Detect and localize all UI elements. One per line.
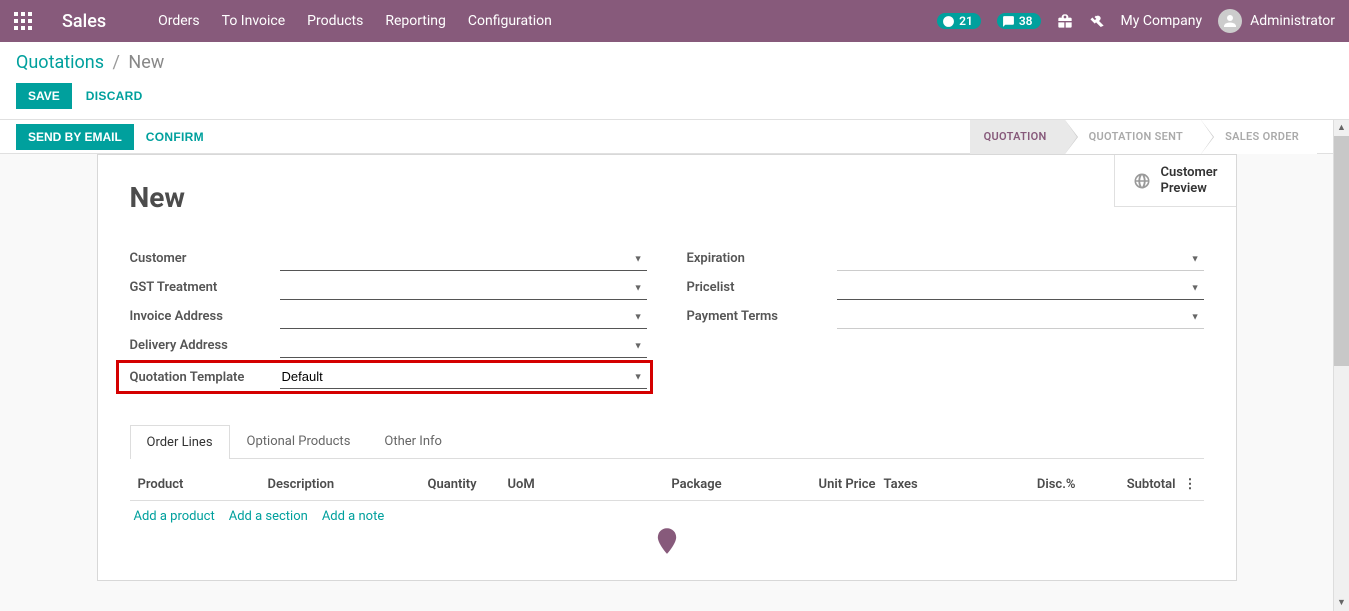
avatar[interactable] <box>1218 9 1242 33</box>
package-marker <box>130 528 1204 560</box>
sheet-body: New Customer ▼ GST Treatment ▼ Invoice A… <box>98 155 1236 580</box>
form-sheet: CustomerPreview New Customer ▼ GST Treat… <box>97 154 1237 581</box>
record-title: New <box>130 181 1204 214</box>
clock-icon <box>942 15 955 28</box>
row-customer: Customer ▼ <box>130 244 647 273</box>
user-name[interactable]: Administrator <box>1250 13 1335 29</box>
add-product-link[interactable]: Add a product <box>134 509 215 524</box>
label-quotation-template: Quotation Template <box>130 370 280 385</box>
customer-field[interactable] <box>280 247 647 271</box>
col-unit-price: Unit Price <box>790 477 880 492</box>
label-customer: Customer <box>130 251 280 266</box>
status-steps: QUOTATION QUOTATION SENT SALES ORDER <box>970 120 1317 154</box>
row-payment-terms: Payment Terms ▼ <box>687 302 1204 331</box>
invoice-address-field[interactable] <box>280 305 647 329</box>
label-expiration: Expiration <box>687 251 837 266</box>
form-tabs: Order Lines Optional Products Other Info <box>130 424 1204 459</box>
company-name[interactable]: My Company <box>1121 13 1203 29</box>
row-quotation-template: Quotation Template ▼ <box>116 360 653 394</box>
scroll-thumb[interactable] <box>1334 136 1349 366</box>
topbar-left: Sales Orders To Invoice Products Reporti… <box>14 11 552 32</box>
activity-count: 21 <box>959 14 973 28</box>
confirm-button[interactable]: CONFIRM <box>146 124 204 150</box>
nav-reporting[interactable]: Reporting <box>385 13 446 29</box>
col-quantity: Quantity <box>424 477 504 492</box>
form-sheet-wrap: CustomerPreview New Customer ▼ GST Treat… <box>0 154 1333 611</box>
customer-preview-label: CustomerPreview <box>1161 165 1218 196</box>
col-package: Package <box>604 477 790 492</box>
customer-preview-button[interactable]: CustomerPreview <box>1114 155 1236 207</box>
col-product: Product <box>134 477 264 492</box>
scroll-down-icon[interactable]: ▼ <box>1334 595 1349 611</box>
nav-orders[interactable]: Orders <box>158 13 200 29</box>
pricelist-field[interactable] <box>837 276 1204 300</box>
right-column: Expiration ▼ Pricelist ▼ Payment Terms ▼ <box>687 244 1204 394</box>
control-panel: Quotations / New SAVE DISCARD <box>0 42 1349 120</box>
form-columns: Customer ▼ GST Treatment ▼ Invoice Addre… <box>130 244 1204 394</box>
statusbar: SEND BY EMAIL CONFIRM QUOTATION QUOTATIO… <box>0 120 1333 154</box>
col-subtotal: Subtotal <box>1080 477 1180 492</box>
globe-icon <box>1133 172 1151 190</box>
table-header: Product Description Quantity UoM Package… <box>130 469 1204 501</box>
scrollbar[interactable]: ▲ ▼ <box>1333 120 1349 611</box>
add-note-link[interactable]: Add a note <box>322 509 384 524</box>
row-expiration: Expiration ▼ <box>687 244 1204 273</box>
status-quotation-sent[interactable]: QUOTATION SENT <box>1065 120 1202 154</box>
app-brand[interactable]: Sales <box>62 11 106 32</box>
payment-terms-field[interactable] <box>837 305 1204 329</box>
nav-products[interactable]: Products <box>307 13 363 29</box>
pin-icon <box>656 528 678 556</box>
status-quotation[interactable]: QUOTATION <box>970 120 1065 154</box>
cp-buttons: SAVE DISCARD <box>16 83 1333 109</box>
breadcrumb-current: New <box>128 52 164 73</box>
breadcrumb: Quotations / New <box>16 52 1333 73</box>
tab-optional-products[interactable]: Optional Products <box>230 424 368 458</box>
row-gst: GST Treatment ▼ <box>130 273 647 302</box>
tab-order-lines[interactable]: Order Lines <box>130 425 230 459</box>
nav-to-invoice[interactable]: To Invoice <box>222 13 286 29</box>
label-gst: GST Treatment <box>130 280 280 295</box>
col-more-icon[interactable]: ⋮ <box>1180 477 1200 492</box>
delivery-address-field[interactable] <box>280 334 647 358</box>
scroll-up-icon[interactable]: ▲ <box>1334 120 1349 136</box>
row-pricelist: Pricelist ▼ <box>687 273 1204 302</box>
order-lines-table: Product Description Quantity UoM Package… <box>130 469 1204 560</box>
messages-badge[interactable]: 38 <box>997 13 1041 29</box>
chat-icon <box>1002 15 1015 28</box>
save-button[interactable]: SAVE <box>16 83 72 109</box>
topbar: Sales Orders To Invoice Products Reporti… <box>0 0 1349 42</box>
statusbar-left: SEND BY EMAIL CONFIRM <box>16 124 204 150</box>
label-delivery-addr: Delivery Address <box>130 338 280 353</box>
discard-button[interactable]: DISCARD <box>86 83 143 109</box>
label-invoice-addr: Invoice Address <box>130 309 280 324</box>
expiration-field[interactable] <box>837 247 1204 271</box>
gift-icon[interactable] <box>1057 13 1073 29</box>
col-taxes: Taxes <box>880 477 1000 492</box>
send-by-email-button[interactable]: SEND BY EMAIL <box>16 124 134 150</box>
col-disc: Disc.% <box>1000 477 1080 492</box>
row-invoice-addr: Invoice Address ▼ <box>130 302 647 331</box>
activity-badge[interactable]: 21 <box>937 13 981 29</box>
row-delivery-addr: Delivery Address ▼ <box>130 331 647 360</box>
top-nav: Orders To Invoice Products Reporting Con… <box>158 13 552 29</box>
topbar-right: 21 38 My Company Administrator <box>937 9 1335 33</box>
breadcrumb-root[interactable]: Quotations <box>16 52 104 73</box>
col-uom: UoM <box>504 477 604 492</box>
nav-configuration[interactable]: Configuration <box>468 13 552 29</box>
breadcrumb-sep: / <box>112 52 119 73</box>
add-section-link[interactable]: Add a section <box>229 509 308 524</box>
tab-other-info[interactable]: Other Info <box>367 424 459 458</box>
label-pricelist: Pricelist <box>687 280 837 295</box>
left-column: Customer ▼ GST Treatment ▼ Invoice Addre… <box>130 244 647 394</box>
content-area: SEND BY EMAIL CONFIRM QUOTATION QUOTATIO… <box>0 120 1349 611</box>
col-description: Description <box>264 477 424 492</box>
messages-count: 38 <box>1019 14 1033 28</box>
status-sales-order[interactable]: SALES ORDER <box>1201 120 1317 154</box>
quotation-template-field[interactable] <box>280 365 647 389</box>
gst-field[interactable] <box>280 276 647 300</box>
label-payment-terms: Payment Terms <box>687 309 837 324</box>
apps-icon[interactable] <box>14 12 32 30</box>
tools-icon[interactable] <box>1089 13 1105 29</box>
